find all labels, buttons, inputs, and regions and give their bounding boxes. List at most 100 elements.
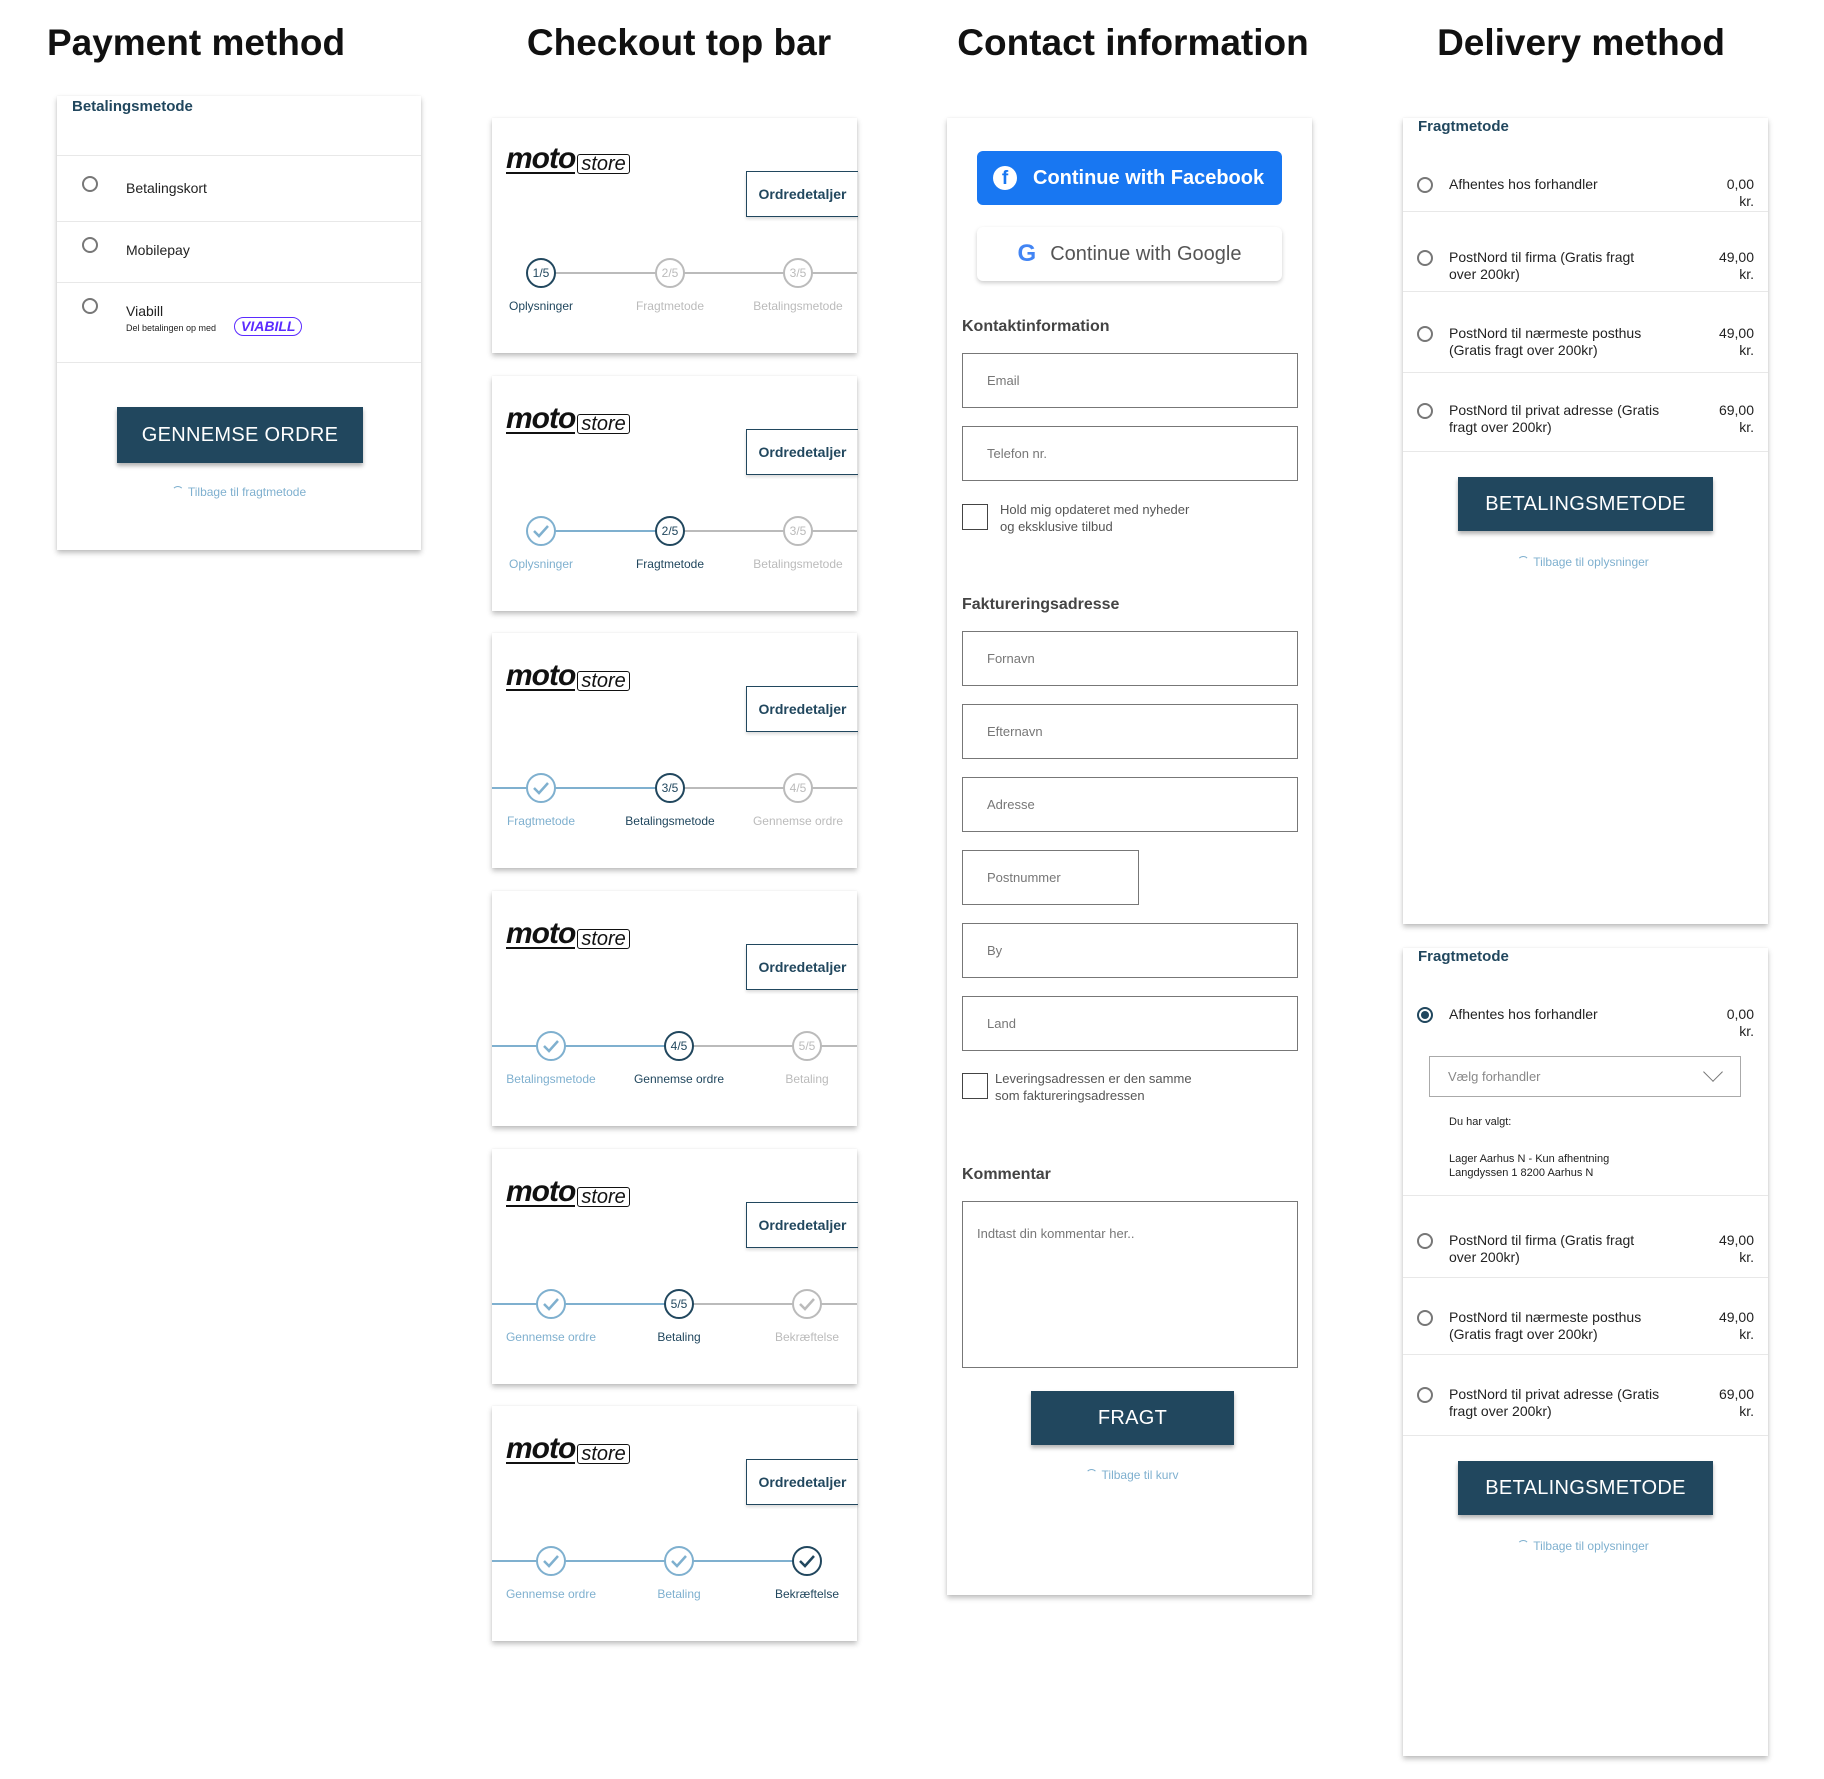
back-link[interactable]: Tilbage til kurv	[1085, 1468, 1179, 1482]
divider	[1403, 451, 1768, 452]
delivery-option-label: Afhentes hos forhandler	[1449, 176, 1598, 192]
progress-line	[670, 530, 798, 532]
delivery-option-price: 0,00 kr.	[1726, 1006, 1754, 1039]
radio-button[interactable]	[82, 176, 98, 192]
option-label: Betalingskort	[126, 180, 207, 196]
motostore-logo[interactable]: moto store	[506, 661, 630, 691]
back-icon	[171, 486, 184, 498]
back-link[interactable]: Tilbage til oplysninger	[1517, 1539, 1649, 1553]
google-button-label: Continue with Google	[1050, 242, 1242, 265]
comment-textarea[interactable]: Indtast din kommentar her..	[962, 1201, 1298, 1368]
back-icon	[1085, 1469, 1098, 1481]
order-details-button[interactable]: Ordredetaljer	[746, 171, 858, 217]
back-icon	[1517, 1540, 1530, 1552]
radio-button[interactable]	[82, 298, 98, 314]
motostore-logo[interactable]: moto store	[506, 404, 630, 434]
payment-option-betalingskort[interactable]: Betalingskort	[57, 156, 421, 221]
section-title-payment: Payment method	[46, 22, 346, 63]
step-label: Gennemse ordre	[505, 1330, 597, 1344]
delivery-option[interactable]: PostNord til nærmeste posthus (Gratis fra…	[1403, 320, 1768, 370]
delivery-option-label: PostNord til firma (Gratis fragt over 200…	[1449, 249, 1635, 282]
step-number: 5/5	[670, 1297, 688, 1311]
delivery-option[interactable]: PostNord til privat adresse (Gratis fragt…	[1403, 1381, 1768, 1431]
radio-button[interactable]	[1417, 403, 1433, 419]
radio-button[interactable]	[1417, 1233, 1433, 1249]
lastname-input[interactable]: Efternavn	[962, 704, 1298, 759]
check-icon	[799, 1298, 815, 1311]
back-link[interactable]: Tilbage til fragtmetode	[171, 485, 306, 499]
step-number: 3/5	[661, 781, 679, 795]
radio-button[interactable]	[1417, 177, 1433, 193]
email-input[interactable]: Email	[962, 353, 1298, 408]
newsletter-label: Hold mig opdateret med nyheder og eksklus…	[1000, 502, 1190, 534]
divider	[1403, 1277, 1768, 1278]
same-address-checkbox[interactable]	[962, 1073, 988, 1099]
step-label: Betaling	[785, 1072, 829, 1086]
delivery-method-card: Fragtmetode BETALINGSMETODE Tilbage til …	[1403, 118, 1768, 924]
shipping-button[interactable]: FRAGT	[1031, 1391, 1234, 1445]
section-title-delivery: Delivery method	[1437, 22, 1725, 63]
step-indicator: 4/5	[783, 773, 813, 803]
payment-method-button[interactable]: BETALINGSMETODE	[1458, 477, 1713, 531]
payment-method-button[interactable]: BETALINGSMETODE	[1458, 1461, 1713, 1515]
step-label: Oplysninger	[508, 557, 574, 571]
firstname-input[interactable]: Fornavn	[962, 631, 1298, 686]
country-input[interactable]: Land	[962, 996, 1298, 1051]
address-input[interactable]: Adresse	[962, 777, 1298, 832]
delivery-method-card-selected: Fragtmetode Vælg forhandler Du har valgt…	[1403, 948, 1768, 1756]
motostore-logo[interactable]: moto store	[506, 144, 630, 174]
motostore-logo[interactable]: moto store	[506, 1434, 630, 1464]
newsletter-checkbox[interactable]	[962, 504, 988, 530]
radio-button[interactable]	[1417, 326, 1433, 342]
radio-button[interactable]	[1417, 1387, 1433, 1403]
review-order-button[interactable]: GENNEMSE ORDRE	[117, 407, 363, 463]
radio-button[interactable]	[1417, 1310, 1433, 1326]
back-link-text: Tilbage til kurv	[1101, 1468, 1179, 1482]
radio-button[interactable]	[1417, 1007, 1433, 1023]
progress-line	[670, 272, 798, 274]
radio-button[interactable]	[1417, 250, 1433, 266]
contact-info-heading: Kontaktinformation	[962, 318, 1110, 335]
order-details-button[interactable]: Ordredetaljer	[746, 429, 858, 475]
payment-option-viabill[interactable]: Viabill Del betalingen op med VIABILL	[57, 283, 421, 362]
continue-with-google-button[interactable]: G Continue with Google	[977, 227, 1282, 281]
delivery-option[interactable]: PostNord til privat adresse (Gratis fragt…	[1403, 397, 1768, 447]
progress-line	[679, 1045, 807, 1047]
delivery-option-price: 49,00 kr.	[1718, 1309, 1754, 1342]
step-label: Betalingsmetode	[753, 299, 843, 313]
step-indicator: 5/5	[792, 1031, 822, 1061]
divider	[1403, 291, 1768, 292]
step-indicator	[526, 516, 556, 546]
check-icon	[543, 1298, 559, 1311]
progress-line	[551, 1560, 679, 1562]
delivery-option[interactable]: PostNord til nærmeste posthus (Gratis fra…	[1403, 1304, 1768, 1354]
city-input[interactable]: By	[962, 923, 1298, 978]
divider	[57, 362, 421, 363]
payment-option-mobilepay[interactable]: Mobilepay	[57, 222, 421, 282]
back-link[interactable]: Tilbage til oplysninger	[1517, 555, 1649, 569]
checkout-top-bar: moto store Ordredetaljer Betalingsmetode 4…	[492, 891, 858, 1126]
order-details-button[interactable]: Ordredetaljer	[746, 1459, 858, 1505]
order-details-button[interactable]: Ordredetaljer	[746, 1202, 858, 1248]
delivery-option[interactable]: Afhentes hos forhandler 0,00 kr.	[1403, 171, 1768, 221]
continue-with-facebook-button[interactable]: f Continue with Facebook	[977, 151, 1282, 205]
order-details-button[interactable]: Ordredetaljer	[746, 944, 858, 990]
motostore-logo[interactable]: moto store	[506, 919, 630, 949]
delivery-option[interactable]: PostNord til firma (Gratis fragt over 200…	[1403, 244, 1768, 294]
progress-line	[541, 272, 670, 274]
dealer-select[interactable]: Vælg forhandler	[1429, 1056, 1741, 1097]
contact-information-card: f Continue with Facebook G Continue with…	[947, 118, 1312, 1595]
option-label: Viabill	[126, 303, 164, 319]
delivery-option[interactable]: Afhentes hos forhandler 0,00 kr.	[1403, 1001, 1768, 1051]
order-details-button[interactable]: Ordredetaljer	[746, 686, 858, 732]
motostore-logo[interactable]: moto store	[506, 1177, 630, 1207]
radio-button[interactable]	[82, 237, 98, 253]
delivery-option-label: Afhentes hos forhandler	[1449, 1006, 1598, 1022]
phone-input[interactable]: Telefon nr.	[962, 426, 1298, 481]
check-icon	[533, 782, 549, 795]
delivery-option[interactable]: PostNord til firma (Gratis fragt over 200…	[1403, 1227, 1768, 1277]
step-label: Fragtmetode	[635, 299, 705, 313]
postal-code-input[interactable]: Postnummer	[962, 850, 1139, 905]
back-icon	[1517, 556, 1530, 568]
step-label: Fragtmetode	[635, 557, 705, 571]
